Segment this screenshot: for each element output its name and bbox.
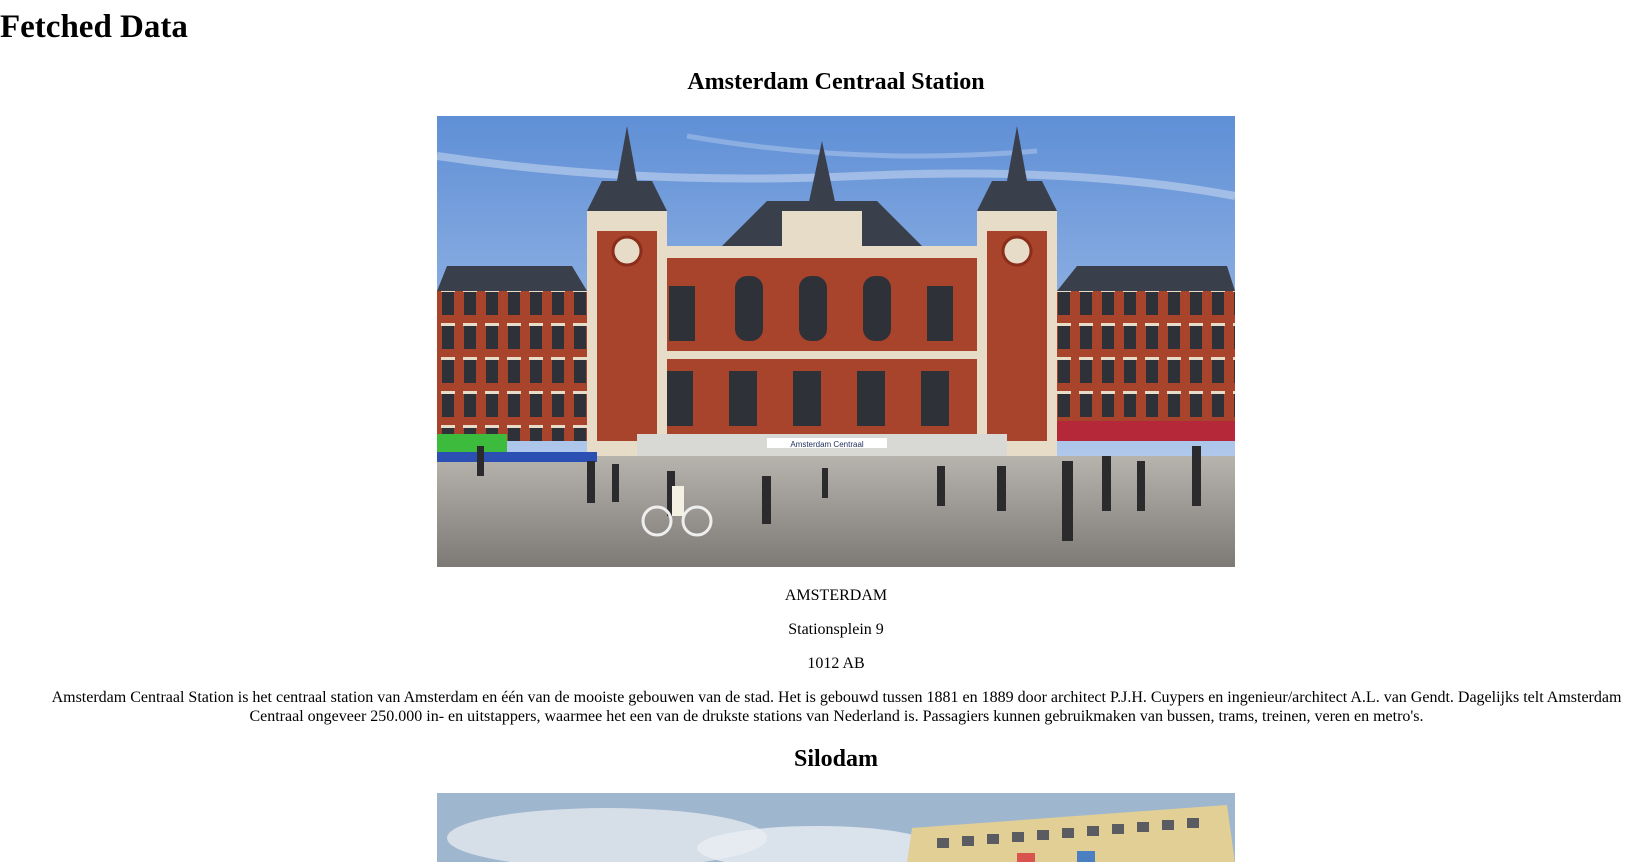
entry-title: Amsterdam Centraal Station (687, 69, 985, 95)
station-photo-illustration: Amsterdam Centraal (437, 116, 1235, 567)
entry-street: Stationsplein 9 (788, 621, 884, 638)
entry-photo: Amsterdam Centraal (437, 116, 1235, 567)
silodam-photo-illustration (437, 793, 1235, 862)
station-sign: Amsterdam Centraal (790, 440, 864, 449)
entry-title: Silodam (793, 746, 879, 772)
entry-description: Amsterdam Centraal Station is het centra… (51, 689, 1622, 725)
entry-zip: 1012 AB (807, 655, 865, 672)
entry-photo (437, 793, 1235, 862)
entry-city: AMSTERDAM (784, 587, 888, 604)
page: Fetched Data Amsterdam Centraal Station (0, 0, 1629, 862)
page-title: Fetched Data (0, 9, 188, 45)
